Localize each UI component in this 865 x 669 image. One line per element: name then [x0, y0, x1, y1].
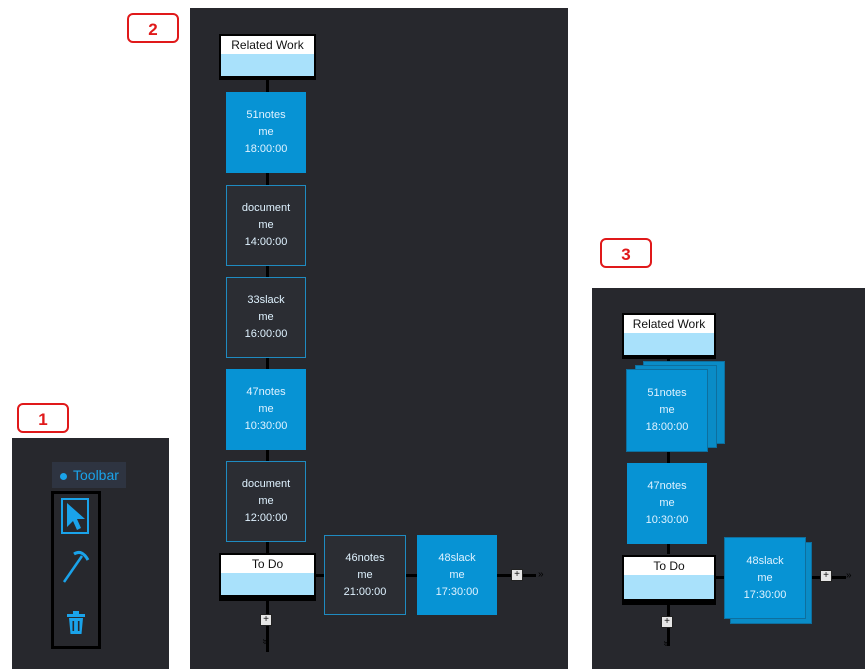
card-title: 33slack — [247, 294, 285, 306]
card-title: 46notes — [345, 551, 385, 564]
card-time: 17:30:00 — [435, 585, 479, 598]
card-title: 48slack — [746, 554, 784, 567]
related-work-column-header[interactable]: Related Work — [622, 313, 716, 359]
card-title: 51notes — [647, 387, 687, 399]
pickaxe-icon — [62, 551, 90, 583]
card-title: document — [241, 478, 291, 490]
todo-title: To Do — [624, 557, 714, 575]
card-time: 18:00:00 — [645, 421, 689, 433]
card-title: 47notes — [647, 480, 687, 492]
related-work-title: Related Work — [221, 36, 314, 54]
add-column-button[interactable]: + — [260, 614, 272, 626]
toolbar-header: Toolbar — [52, 462, 126, 488]
expand-right-icon[interactable]: » — [846, 570, 852, 581]
card-time: 16:00:00 — [244, 328, 288, 340]
label-badge-1: 1 — [17, 403, 69, 433]
card-title: 51notes — [246, 109, 286, 121]
card[interactable]: 48slack me 17:30:00 — [417, 535, 497, 615]
card[interactable]: 47notes me 10:30:00 — [226, 369, 306, 450]
expand-down-icon[interactable]: » — [259, 639, 270, 645]
delete-tool-button[interactable] — [65, 611, 87, 635]
todo-body — [624, 575, 714, 599]
related-work-body — [624, 333, 714, 355]
todo-title: To Do — [221, 555, 314, 573]
card-user: me — [258, 311, 274, 323]
card-user: me — [258, 403, 274, 415]
card[interactable]: 46notes me 21:00:00 — [324, 535, 406, 615]
card[interactable]: document me 12:00:00 — [226, 461, 306, 542]
card-user: me — [258, 126, 274, 138]
card-time: 12:00:00 — [244, 512, 288, 524]
card[interactable]: 51notes me 18:00:00 — [627, 370, 707, 451]
card-user: me — [659, 497, 675, 509]
card-time: 10:30:00 — [645, 514, 689, 526]
related-work-column-header[interactable]: Related Work — [219, 34, 316, 80]
toolbar-label: Toolbar — [73, 467, 119, 483]
card[interactable]: 51notes me 18:00:00 — [226, 92, 306, 173]
card-time: 17:30:00 — [743, 588, 787, 601]
card-title: 48slack — [438, 551, 476, 564]
expand-down-icon[interactable]: » — [660, 641, 671, 647]
card-title: 47notes — [246, 386, 286, 398]
card-time: 21:00:00 — [343, 585, 387, 598]
trash-icon — [67, 611, 85, 634]
card-time: 10:30:00 — [244, 420, 288, 432]
card-user: me — [258, 495, 274, 507]
card-user: me — [757, 571, 773, 584]
card-user: me — [659, 404, 675, 416]
card-time: 18:00:00 — [244, 143, 288, 155]
related-work-body — [221, 54, 314, 76]
card[interactable]: 48slack me 17:30:00 — [725, 538, 805, 618]
card-user: me — [357, 568, 373, 581]
card-title: document — [241, 202, 291, 214]
card-time: 14:00:00 — [244, 236, 288, 248]
card-user: me — [449, 568, 465, 581]
add-row-button[interactable]: + — [820, 570, 832, 582]
pointer-icon — [67, 503, 85, 530]
add-row-button[interactable]: + — [511, 569, 523, 581]
card-user: me — [258, 219, 274, 231]
radio-dot-icon — [60, 472, 67, 480]
card[interactable]: document me 14:00:00 — [226, 185, 306, 266]
pointer-tool-button[interactable] — [61, 498, 89, 534]
related-work-title: Related Work — [624, 315, 714, 333]
add-column-button[interactable]: + — [661, 616, 673, 628]
card[interactable]: 33slack me 16:00:00 — [226, 277, 306, 358]
todo-column-header[interactable]: To Do — [219, 553, 316, 601]
card[interactable]: 47notes me 10:30:00 — [627, 463, 707, 544]
label-badge-3: 3 — [600, 238, 652, 268]
todo-column-header[interactable]: To Do — [622, 555, 716, 605]
todo-body — [221, 573, 314, 595]
pickaxe-tool-button[interactable] — [62, 550, 90, 584]
label-badge-2: 2 — [127, 13, 179, 43]
expand-right-icon[interactable]: » — [538, 569, 544, 580]
